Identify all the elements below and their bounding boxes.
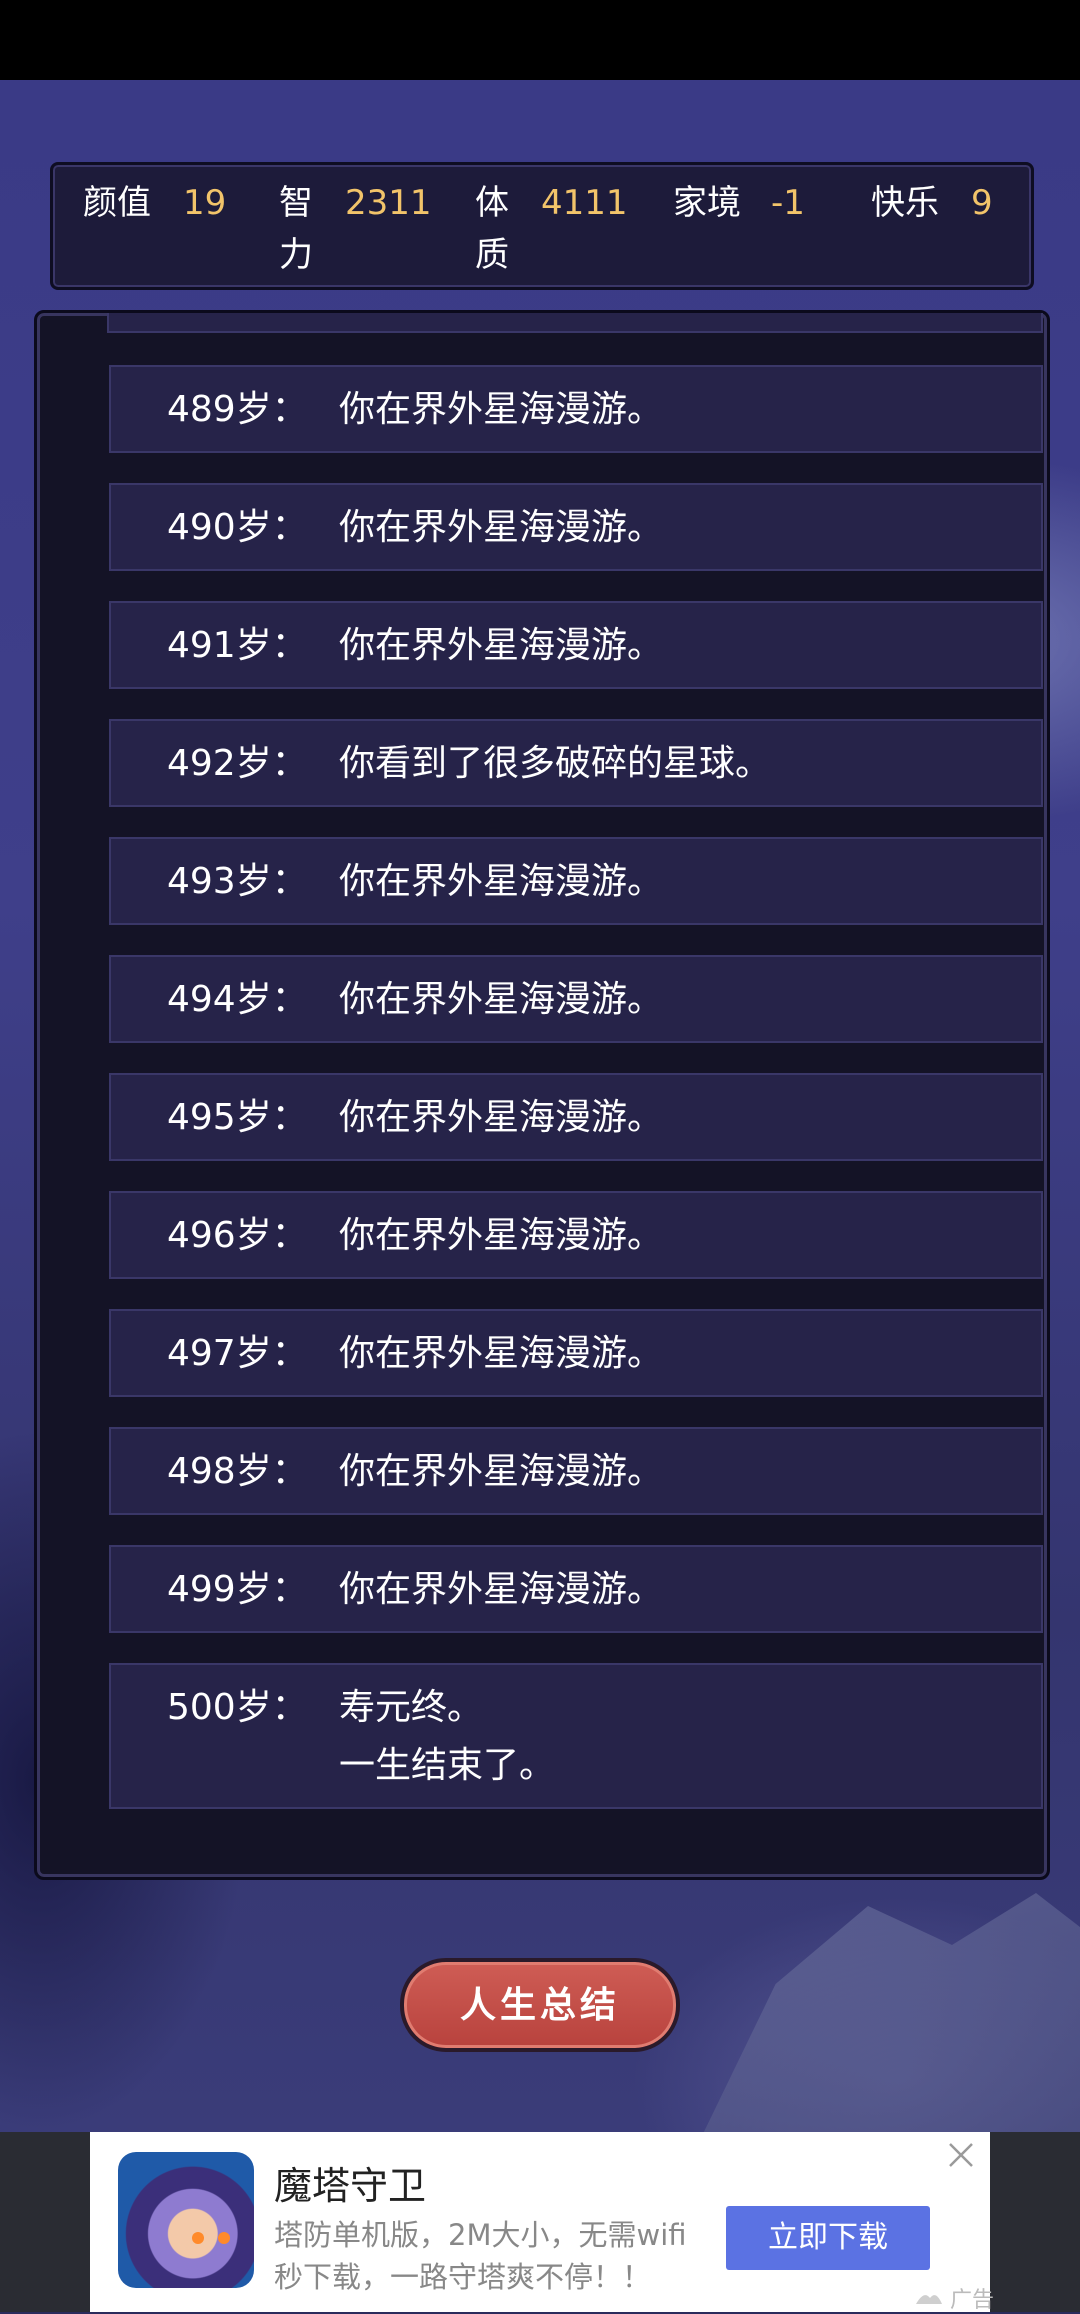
log-entry: 495岁： 你在界外星海漫游。 [109,1073,1043,1161]
log-age: 493岁： [167,861,308,902]
ad-tag: 广告 [950,2288,995,2313]
download-button[interactable]: 立即下载 [726,2206,930,2270]
stat-label: 快乐 [871,183,939,223]
log-text: 你在界外星海漫游。 [339,507,664,548]
stat-label: 体质 [475,183,509,275]
stat-value: -1 [771,183,805,223]
log-age: 491岁： [167,625,308,666]
log-age: 496岁： [167,1215,308,1256]
log-entry-partial [107,313,1043,333]
log-text: 你在界外星海漫游。 [339,1097,664,1138]
close-icon[interactable] [944,2138,978,2172]
log-text: 你在界外星海漫游。 [339,1333,664,1374]
stat-label: 家境 [673,183,741,223]
log-entry: 494岁： 你在界外星海漫游。 [109,955,1043,1043]
log-age: 498岁： [167,1451,308,1492]
attributes-panel: 颜值 19 智力 2311 体质 4111 家境 -1 快乐 9 [50,162,1034,290]
log-age: 489岁： [167,389,308,430]
log-entry: 496岁： 你在界外星海漫游。 [109,1191,1043,1279]
log-entry: 497岁： 你在界外星海漫游。 [109,1309,1043,1397]
ad-logo-icon [916,2295,942,2304]
log-text: 你在界外星海漫游。 [339,389,664,430]
log-age: 495岁： [167,1097,308,1138]
log-age: 499岁： [167,1569,308,1610]
log-text: 寿元终。 [339,1687,484,1728]
log-entry: 492岁： 你看到了很多破碎的星球。 [109,719,1043,807]
log-entry: 498岁： 你在界外星海漫游。 [109,1427,1043,1515]
stat-label: 颜值 [83,183,151,223]
stat-value: 19 [183,183,227,223]
stat-value: 4111 [541,183,628,223]
log-text: 你在界外星海漫游。 [339,1215,664,1256]
log-text: 你在界外星海漫游。 [339,1569,664,1610]
game-app-icon[interactable] [118,2152,254,2288]
log-text: 你在界外星海漫游。 [339,861,664,902]
log-text: 你在界外星海漫游。 [339,625,664,666]
icon-eye [192,2232,204,2244]
ad-banner[interactable]: 魔塔守卫 塔防单机版，2M大小，无需wifi 秒下载，一路守塔爽不停！！ 立即下… [90,2132,994,2313]
log-age: 497岁： [167,1333,308,1374]
stat-value: 9 [971,183,993,223]
icon-eye [218,2232,230,2244]
log-age: 494岁： [167,979,308,1020]
log-entry: 490岁： 你在界外星海漫游。 [109,483,1043,571]
stat-value: 2311 [345,183,432,223]
stat-label: 智力 [279,183,313,275]
ad-title[interactable]: 魔塔守卫 [274,2164,426,2208]
status-bar [0,0,1080,80]
log-age: 500岁： [167,1687,308,1728]
log-text: 你在界外星海漫游。 [339,979,664,1020]
life-summary-button[interactable]: 人生总结 [400,1958,680,2052]
log-entry: 500岁： 寿元终。 一生结束了。 [109,1663,1043,1809]
log-text: 你在界外星海漫游。 [339,1451,664,1492]
log-entry: 493岁： 你在界外星海漫游。 [109,837,1043,925]
log-entry: 499岁： 你在界外星海漫游。 [109,1545,1043,1633]
log-entry: 489岁： 你在界外星海漫游。 [109,365,1043,453]
ad-description: 塔防单机版，2M大小，无需wifi 秒下载，一路守塔爽不停！！ [274,2218,687,2294]
log-age: 490岁： [167,507,308,548]
log-entry: 491岁： 你在界外星海漫游。 [109,601,1043,689]
log-text: 一生结束了。 [339,1745,556,1786]
life-log-panel[interactable]: 489岁： 你在界外星海漫游。 490岁： 你在界外星海漫游。 491岁： 你在… [34,310,1050,1880]
log-text: 你看到了很多破碎的星球。 [339,743,772,784]
log-age: 492岁： [167,743,308,784]
